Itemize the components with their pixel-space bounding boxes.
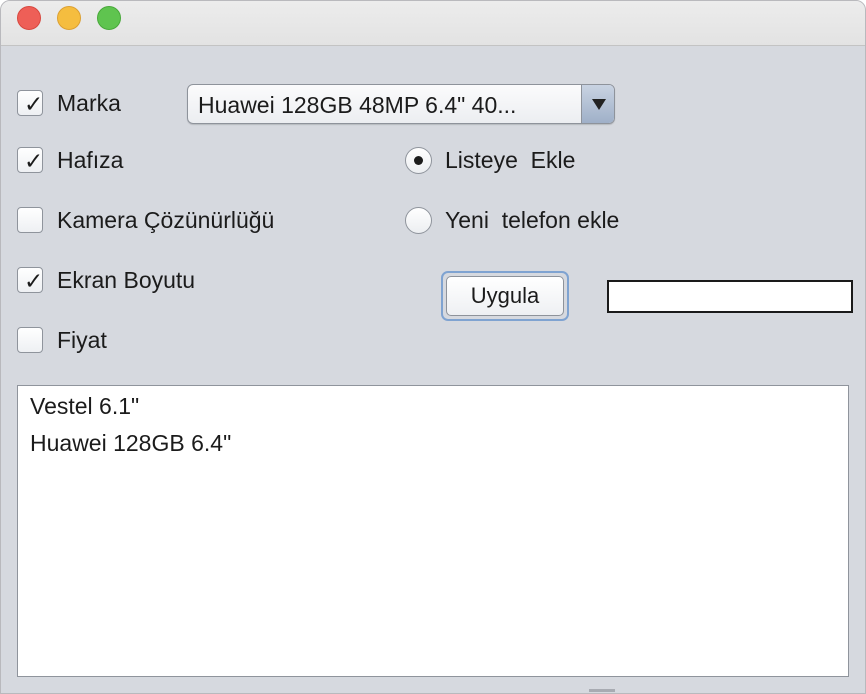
minimize-window-button[interactable]	[57, 6, 81, 30]
list-item[interactable]: Huawei 128GB 6.4"	[30, 430, 231, 457]
checkmark-icon: ✓	[24, 268, 44, 294]
filter-hafiza[interactable]: ✓ Hafıza	[17, 146, 123, 174]
phone-select-dropdown[interactable]: Huawei 128GB 48MP 6.4" 40...	[187, 84, 615, 124]
apply-button-label: Uygula	[446, 276, 564, 316]
filter-ekran-boyutu[interactable]: ✓ Ekran Boyutu	[17, 266, 195, 294]
filter-label: Hafıza	[57, 146, 124, 173]
checkbox-hafiza[interactable]: ✓	[17, 147, 43, 173]
radio-yeni-telefon-ekle[interactable]: Yeni telefon ekle	[405, 206, 619, 234]
checkmark-icon: ✓	[24, 91, 44, 117]
close-window-button[interactable]	[17, 6, 41, 30]
checkmark-icon: ✓	[24, 148, 44, 174]
filter-label: Kamera Çözünürlüğü	[57, 206, 275, 233]
checkbox-ekran-boyutu[interactable]: ✓	[17, 267, 43, 293]
radio-listeye-ekle[interactable]: Listeye Ekle	[405, 146, 575, 174]
radio-label: Yeni telefon ekle	[445, 206, 620, 233]
results-list[interactable]: Vestel 6.1" Huawei 128GB 6.4"	[17, 385, 849, 677]
maximize-window-button[interactable]	[97, 6, 121, 30]
apply-button[interactable]: Uygula	[441, 271, 569, 321]
checkbox-marka[interactable]: ✓	[17, 90, 43, 116]
filter-label: Ekran Boyutu	[57, 266, 196, 293]
radio-label: Listeye Ekle	[445, 146, 576, 173]
phone-select-value: Huawei 128GB 48MP 6.4" 40...	[198, 92, 517, 118]
checkbox-fiyat[interactable]	[17, 327, 43, 353]
app-window: ✓ Marka ✓ Hafıza Kamera Çözünürlüğü ✓ Ek…	[0, 0, 866, 694]
title-bar	[1, 1, 865, 46]
value-input[interactable]	[607, 280, 853, 313]
filter-marka[interactable]: ✓ Marka	[17, 89, 121, 117]
radio-button[interactable]	[405, 146, 432, 174]
list-item[interactable]: Vestel 6.1"	[30, 393, 139, 420]
filter-kamera[interactable]: Kamera Çözünürlüğü	[17, 206, 274, 234]
filter-fiyat[interactable]: Fiyat	[17, 326, 107, 354]
filter-label: Marka	[57, 89, 121, 116]
resize-grip[interactable]	[589, 689, 615, 692]
filter-label: Fiyat	[57, 326, 107, 353]
radio-selected-dot	[414, 155, 423, 165]
checkbox-kamera[interactable]	[17, 207, 43, 233]
chevron-down-icon	[592, 99, 606, 110]
dropdown-toggle[interactable]	[581, 85, 614, 123]
radio-button[interactable]	[405, 206, 432, 234]
